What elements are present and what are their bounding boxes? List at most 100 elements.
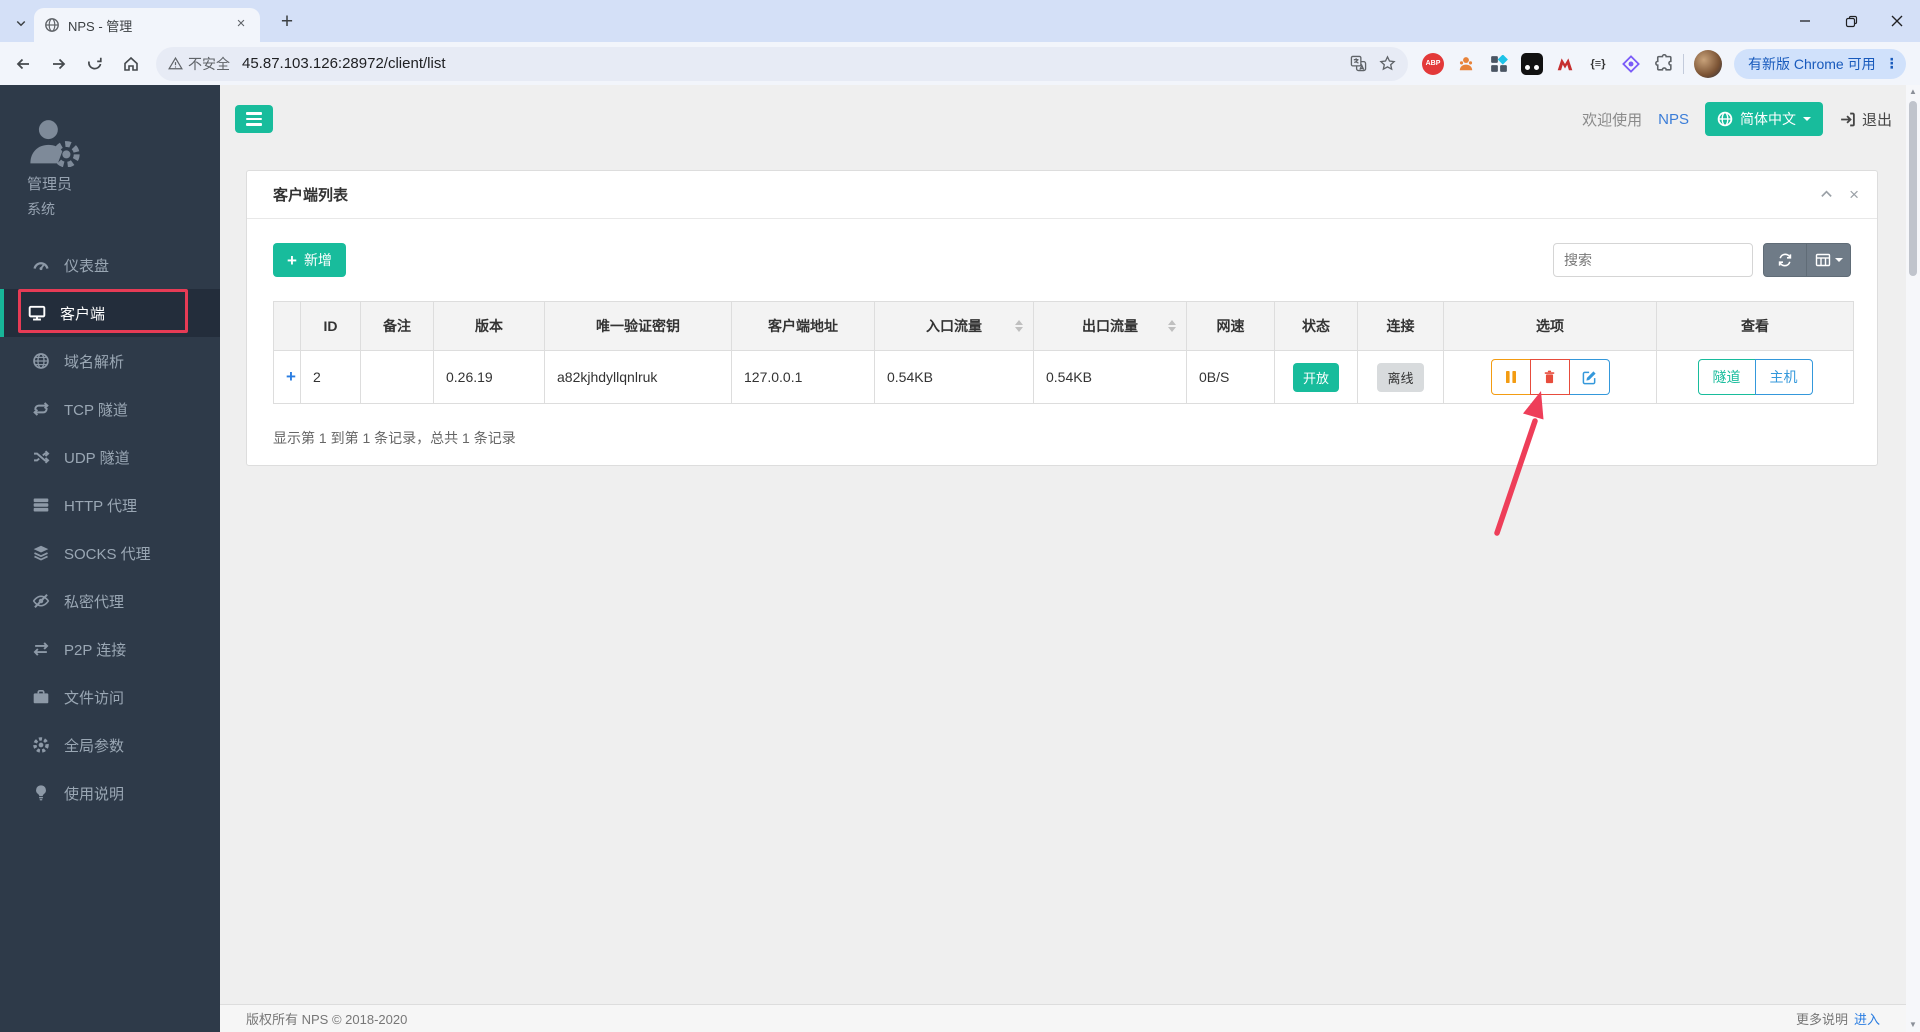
forward-button[interactable]	[46, 51, 72, 77]
home-button[interactable]	[118, 51, 144, 77]
dark-dots-extension-icon[interactable]	[1521, 52, 1543, 75]
enter-link[interactable]: 进入	[1854, 1009, 1880, 1028]
col-version: 版本	[433, 301, 545, 351]
sidebar-item-dashboard[interactable]: 仪表盘	[0, 241, 220, 289]
status-badge: 开放	[1292, 362, 1339, 392]
page-scrollbar[interactable]: ▲ ▼	[1906, 85, 1920, 1032]
sidebar-item-clients[interactable]: 客户端	[0, 289, 220, 337]
adblock-extension-icon[interactable]: ABP	[1422, 52, 1444, 75]
table-row: + 2 0.26.19 a82kjhdyllqnlruk 127.0.0.1 0…	[273, 350, 1854, 404]
sidebar-toggle-button[interactable]	[235, 105, 273, 133]
footer: 版权所有 NPS © 2018-2020 更多说明 进入	[220, 1004, 1920, 1032]
close-window-button[interactable]	[1874, 0, 1920, 42]
sidebar-item-help[interactable]: 使用说明	[0, 769, 220, 817]
briefcase-icon	[33, 689, 49, 704]
sidebar-item-p2p[interactable]: P2P 连接	[0, 625, 220, 673]
red-m-extension-icon[interactable]	[1554, 53, 1576, 75]
user-role: 管理员	[27, 176, 73, 193]
col-address: 客户端地址	[731, 301, 875, 351]
scroll-down-icon[interactable]: ▼	[1909, 1018, 1917, 1032]
security-chip[interactable]: 不安全	[168, 54, 230, 74]
collapse-panel-icon[interactable]	[1820, 188, 1833, 201]
browser-titlebar: NPS - 管理 × +	[0, 0, 1920, 42]
pause-button[interactable]	[1490, 359, 1531, 395]
col-options: 选项	[1443, 301, 1657, 351]
reload-button[interactable]	[82, 51, 108, 77]
search-input[interactable]	[1553, 243, 1753, 277]
sidebar-item-label: HTTP 代理	[64, 497, 138, 515]
sidebar-item-label: 使用说明	[64, 785, 125, 803]
browser-toolbar: 不安全 45.87.103.126:28972/client/list ABP …	[0, 42, 1920, 85]
url-text[interactable]: 45.87.103.126:28972/client/list	[242, 55, 1338, 72]
window-controls	[1782, 0, 1920, 42]
sidebar-item-http-proxy[interactable]: HTTP 代理	[0, 481, 220, 529]
col-traffic-in[interactable]: 入口流量	[874, 301, 1034, 351]
scroll-up-icon[interactable]: ▲	[1909, 85, 1917, 99]
tunnel-button[interactable]: 隧道	[1697, 359, 1756, 395]
record-summary: 显示第 1 到第 1 条记录，总共 1 条记录	[273, 430, 516, 446]
logout-button[interactable]: 退出	[1839, 109, 1892, 130]
sidebar-item-tcp-tunnel[interactable]: TCP 隧道	[0, 385, 220, 433]
columns-icon	[1815, 253, 1830, 267]
table-header-row: ID 备注 版本 唯一验证密钥 客户端地址 入口流量 出口流量 网速 状态 连接…	[273, 301, 1854, 351]
sidebar-item-file-access[interactable]: 文件访问	[0, 673, 220, 721]
tab-search-button[interactable]	[8, 10, 34, 36]
expand-row-button[interactable]: +	[286, 367, 296, 387]
cell-id: 2	[300, 350, 361, 404]
host-button[interactable]: 主机	[1754, 359, 1813, 395]
page-content: 管理员 系统 仪表盘 客户端 域名解析 TCP 隧道 UDP 隧道 HTTP 代…	[0, 85, 1920, 1032]
sort-icon[interactable]	[1168, 320, 1176, 332]
sidebar-item-udp-tunnel[interactable]: UDP 隧道	[0, 433, 220, 481]
tab-close-icon[interactable]: ×	[232, 16, 250, 34]
profile-avatar[interactable]	[1694, 49, 1722, 78]
app-header-right: 欢迎使用 NPS 简体中文 退出	[1582, 101, 1892, 137]
copyright-text: 版权所有 NPS © 2018-2020	[246, 1012, 408, 1027]
sidebar-item-label: UDP 隧道	[64, 449, 130, 467]
sidebar-item-label: SOCKS 代理	[64, 545, 151, 563]
edit-button[interactable]	[1569, 359, 1610, 395]
browser-tab[interactable]: NPS - 管理 ×	[34, 8, 260, 42]
add-client-button[interactable]: + 新增	[273, 243, 346, 277]
panel-body: + 新增 搜索 ID 备注 版本 唯一验证密钥 客户端地址 入口流量 出口流量 …	[247, 219, 1877, 448]
sidebar-item-label: 客户端	[60, 305, 106, 323]
back-button[interactable]	[10, 51, 36, 77]
refresh-button[interactable]	[1763, 243, 1807, 277]
cell-address: 127.0.0.1	[731, 350, 875, 404]
brace-extension-icon[interactable]: {≡}	[1587, 53, 1609, 75]
globe-favicon-icon	[45, 18, 59, 32]
sidebar-item-global-params[interactable]: 全局参数	[0, 721, 220, 769]
browser-menu-icon[interactable]: ⋮	[1884, 55, 1900, 72]
puzzle-extensions-icon[interactable]	[1653, 53, 1675, 75]
language-dropdown-button[interactable]: 简体中文	[1704, 102, 1823, 136]
extensions-row: ABP {≡}	[1422, 52, 1675, 75]
delete-button[interactable]	[1529, 359, 1570, 395]
grid-diamond-extension-icon[interactable]	[1488, 53, 1510, 75]
address-bar[interactable]: 不安全 45.87.103.126:28972/client/list	[156, 46, 1408, 81]
col-traffic-out[interactable]: 出口流量	[1033, 301, 1187, 351]
sort-icon[interactable]	[1015, 320, 1023, 332]
columns-dropdown-button[interactable]	[1807, 243, 1851, 277]
repeat-icon	[33, 402, 49, 416]
new-tab-button[interactable]: +	[274, 10, 300, 36]
orange-user-extension-icon[interactable]	[1455, 53, 1477, 75]
restore-button[interactable]	[1828, 0, 1874, 42]
col-expand	[273, 301, 301, 351]
sidebar-item-label: 仪表盘	[64, 257, 110, 275]
close-panel-icon[interactable]: ×	[1849, 186, 1859, 203]
translate-icon[interactable]	[1350, 55, 1367, 72]
brand-link[interactable]: NPS	[1658, 111, 1689, 128]
minimize-button[interactable]	[1782, 0, 1828, 42]
sidebar-item-label: 域名解析	[64, 353, 125, 371]
eye-slash-icon	[32, 593, 50, 609]
scrollbar-thumb[interactable]	[1909, 101, 1917, 276]
col-vkey: 唯一验证密钥	[544, 301, 732, 351]
sidebar-item-secret-proxy[interactable]: 私密代理	[0, 577, 220, 625]
server-icon	[33, 498, 49, 512]
sidebar-item-socks-proxy[interactable]: SOCKS 代理	[0, 529, 220, 577]
sidebar-item-domains[interactable]: 域名解析	[0, 337, 220, 385]
logout-label: 退出	[1861, 111, 1892, 129]
violet-extension-icon[interactable]	[1620, 53, 1642, 75]
bookmark-star-icon[interactable]	[1379, 55, 1396, 72]
monitor-icon	[28, 305, 46, 321]
chrome-update-button[interactable]: 有新版 Chrome 可用 ⋮	[1734, 48, 1906, 79]
